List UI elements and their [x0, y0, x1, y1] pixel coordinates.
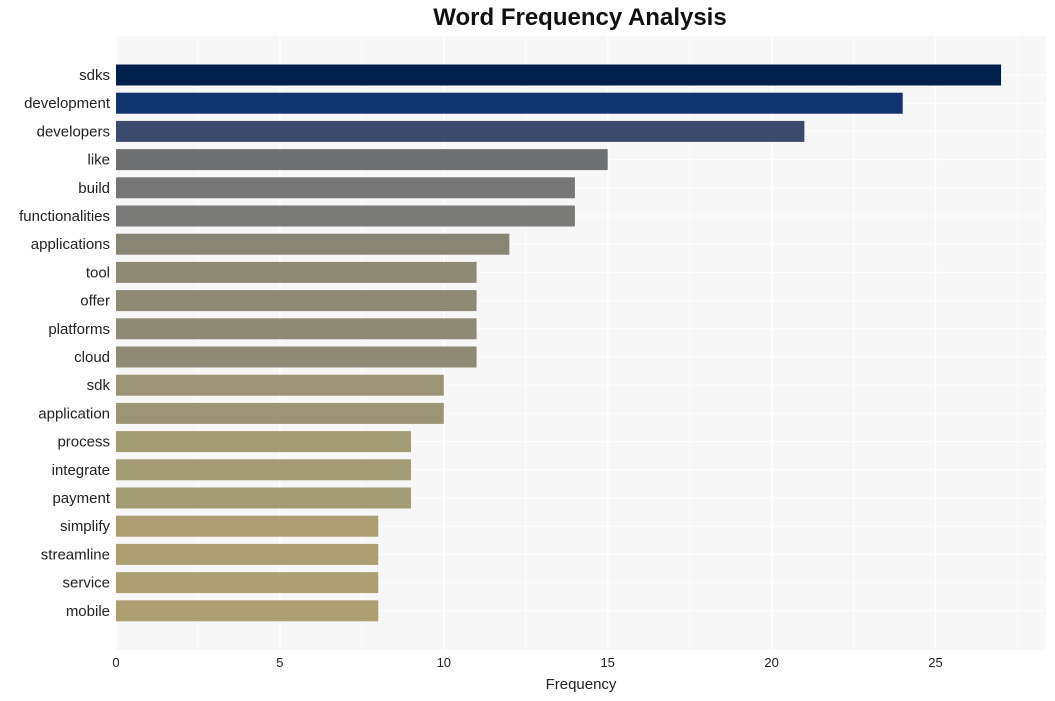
bar-application: [116, 402, 444, 424]
bar-service: [116, 572, 379, 594]
category-label: development: [24, 95, 111, 112]
bar-process: [116, 431, 412, 453]
category-label: mobile: [66, 603, 110, 620]
category-label: functionalities: [19, 208, 110, 225]
bar-applications: [116, 233, 510, 255]
bar-development: [116, 92, 903, 114]
category-label: service: [62, 575, 110, 592]
category-label: tool: [86, 264, 110, 281]
category-label: process: [57, 434, 110, 451]
category-label: offer: [80, 293, 110, 310]
bar-cloud: [116, 346, 477, 368]
bar-tool: [116, 261, 477, 283]
bar-build: [116, 177, 575, 199]
bar-developers: [116, 120, 805, 142]
bar-like: [116, 149, 608, 171]
category-label: simplify: [60, 518, 111, 535]
bar-mobile: [116, 600, 379, 622]
x-axis-label: Frequency: [546, 676, 617, 693]
bar-sdk: [116, 374, 444, 396]
category-label: platforms: [48, 321, 110, 338]
bar-offer: [116, 290, 477, 312]
x-tick-label: 15: [600, 655, 614, 670]
x-tick-label: 0: [112, 655, 119, 670]
category-label: integrate: [52, 462, 110, 479]
x-tick-label: 5: [276, 655, 283, 670]
x-tick-label: 20: [764, 655, 778, 670]
category-label: build: [78, 180, 110, 197]
bar-platforms: [116, 318, 477, 340]
category-label: sdks: [79, 67, 110, 84]
x-tick-label: 10: [437, 655, 451, 670]
category-label: cloud: [74, 349, 110, 366]
x-tick-label: 25: [928, 655, 942, 670]
bar-simplify: [116, 515, 379, 537]
bar-payment: [116, 487, 412, 509]
category-label: like: [87, 152, 110, 169]
category-label: sdk: [87, 377, 111, 394]
bar-functionalities: [116, 205, 575, 227]
bar-integrate: [116, 459, 412, 481]
bar-streamline: [116, 543, 379, 565]
bar-chart: sdks development developers like build functi…: [19, 36, 1046, 693]
bar-sdks: [116, 64, 1002, 86]
category-label: applications: [31, 236, 110, 253]
category-label: streamline: [41, 546, 110, 563]
category-label: payment: [52, 490, 110, 507]
category-label: application: [38, 405, 110, 422]
category-label: developers: [37, 123, 110, 140]
